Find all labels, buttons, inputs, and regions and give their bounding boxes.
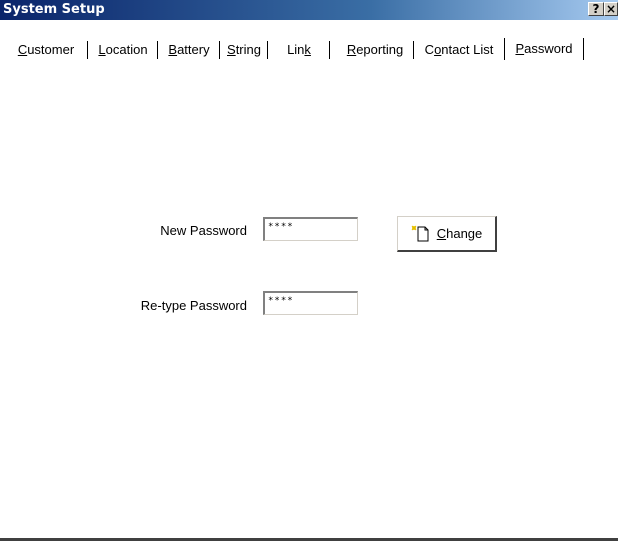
tab-customer[interactable]: Customer [4, 39, 88, 61]
tab-label: tring [235, 42, 261, 57]
retype-password-label: Re-type Password [140, 298, 247, 313]
tab-label: attery [177, 42, 210, 57]
tab-accel: P [515, 41, 525, 56]
tab-label: C [424, 42, 435, 57]
close-button[interactable]: × [604, 2, 618, 16]
tab-accel: R [346, 42, 357, 57]
tab-label: assword [524, 41, 573, 56]
tab-accel: k [304, 42, 311, 57]
tab-accel: S [227, 42, 236, 57]
tab-reporting[interactable]: Reporting [336, 39, 414, 61]
tab-label: ntact List [441, 42, 494, 57]
new-document-icon [411, 225, 429, 241]
tab-accel: L [98, 42, 106, 57]
tab-label: ustomer [27, 42, 75, 57]
window-title: System Setup [3, 2, 105, 17]
tab-accel: B [168, 42, 178, 57]
tab-strip: Customer Location Battery String Link Re… [0, 20, 618, 64]
tab-label: ocation [105, 42, 148, 57]
tab-battery[interactable]: Battery [158, 39, 220, 61]
help-button[interactable]: ? [588, 2, 604, 16]
change-label: hange [446, 226, 483, 241]
change-accel: C [436, 226, 447, 241]
retype-password-field[interactable]: **** [263, 291, 358, 315]
tab-string[interactable]: String [220, 39, 268, 61]
tab-accel: C [17, 42, 28, 57]
tab-contact-list[interactable]: Contact List [414, 39, 504, 61]
change-button[interactable]: Change [397, 216, 497, 252]
tab-password[interactable]: Password [504, 38, 584, 60]
tab-label: eporting [356, 42, 404, 57]
tab-label: Lin [287, 42, 305, 57]
title-bar: System Setup ? × [0, 0, 618, 20]
new-password-label: New Password [160, 223, 247, 238]
tab-location[interactable]: Location [88, 39, 158, 61]
new-password-field[interactable]: **** [263, 217, 358, 241]
tab-link[interactable]: Link [268, 39, 330, 61]
